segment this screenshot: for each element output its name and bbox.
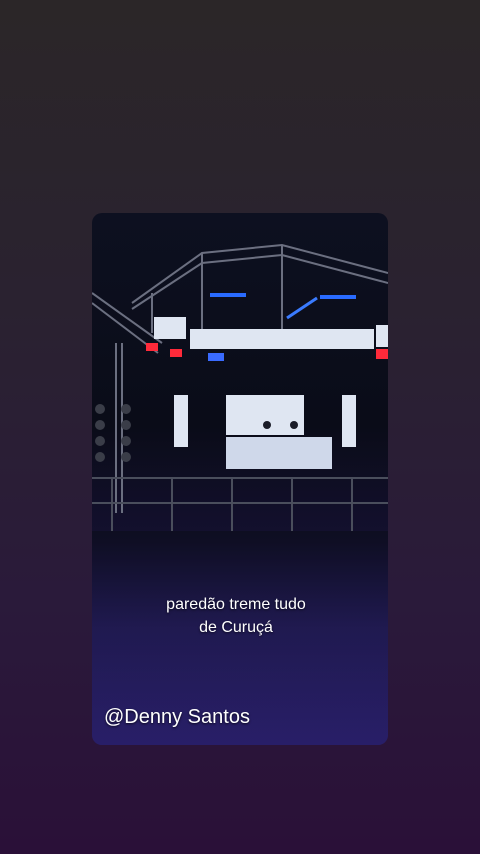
caption-line-2: de Curuçá bbox=[199, 619, 273, 636]
stage-photo bbox=[92, 243, 388, 745]
dj-silhouette bbox=[263, 421, 271, 429]
stage-light-blue bbox=[210, 293, 246, 297]
led-panel-top bbox=[154, 317, 186, 339]
dj-silhouette bbox=[290, 421, 298, 429]
led-panel-center bbox=[226, 395, 304, 435]
stage-light-red bbox=[170, 349, 182, 357]
led-panel-top bbox=[376, 325, 388, 347]
stage-barrier bbox=[92, 477, 388, 531]
led-panel-side bbox=[174, 395, 188, 447]
led-panel-top bbox=[190, 329, 374, 349]
stage-truss bbox=[92, 243, 388, 513]
led-panel-center bbox=[226, 437, 332, 469]
stage-light-red bbox=[146, 343, 158, 351]
stage-light-blue bbox=[208, 353, 224, 361]
stage-light-blue bbox=[320, 295, 356, 299]
caption-line-1: paredão treme tudo bbox=[166, 596, 306, 613]
stage-light-blue bbox=[286, 296, 318, 320]
speaker-stack bbox=[95, 404, 131, 462]
author-watermark: @Denny Santos bbox=[104, 706, 250, 728]
video-story-card[interactable]: paredão treme tudo de Curuçá @Denny Sant… bbox=[92, 213, 388, 745]
led-panel-side bbox=[342, 395, 356, 447]
stage-light-red bbox=[376, 349, 388, 359]
